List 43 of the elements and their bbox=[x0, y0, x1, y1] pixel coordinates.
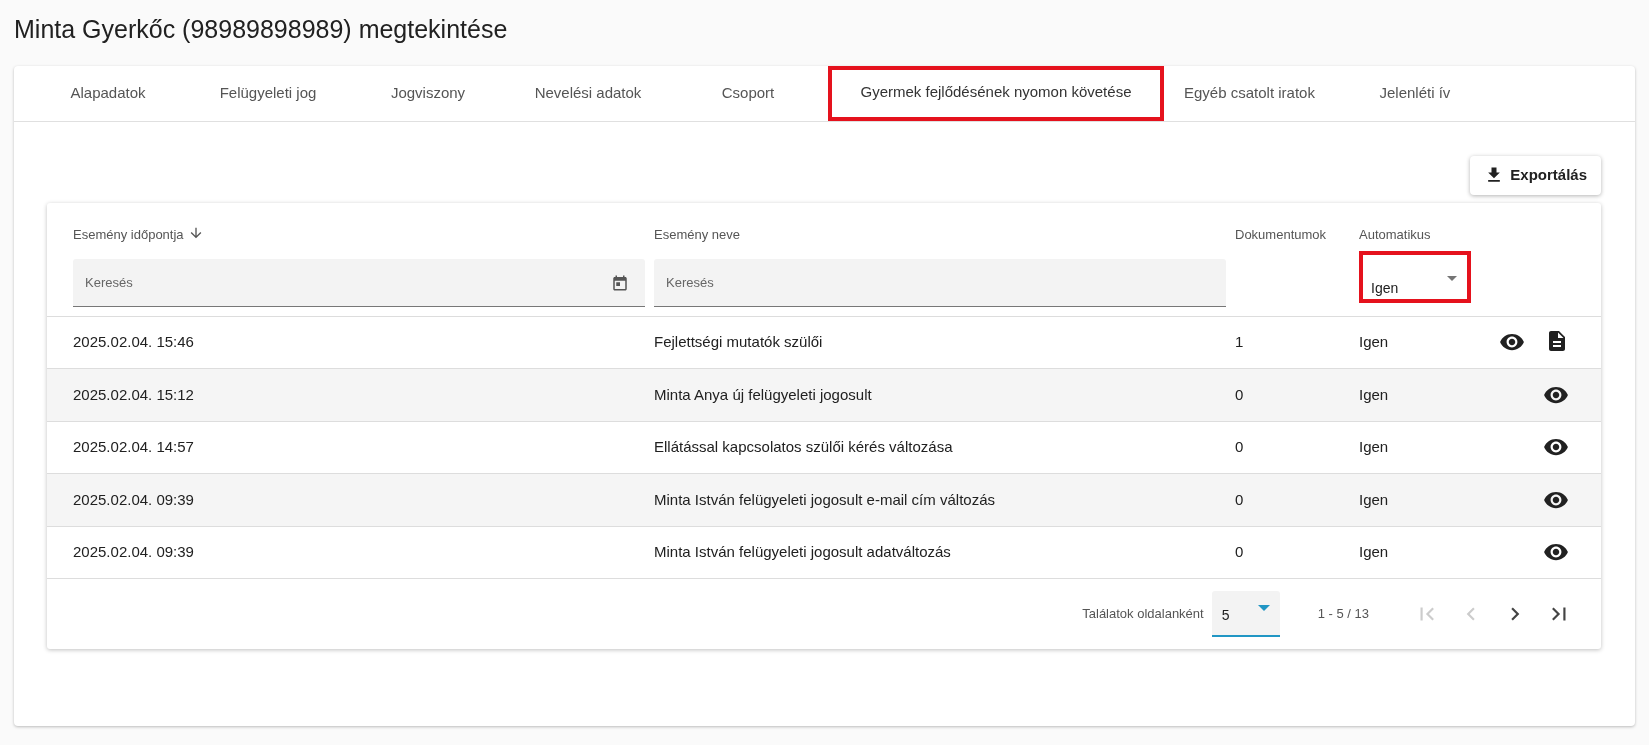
tab[interactable]: Nevelési adatok bbox=[508, 66, 668, 121]
page-range: 1 - 5 / 13 bbox=[1317, 605, 1369, 624]
search-field[interactable]: Keresés bbox=[654, 258, 1226, 307]
table-cell-text: 0 bbox=[1235, 542, 1244, 562]
tab[interactable]: Jogviszony bbox=[348, 66, 508, 121]
table-cell-text: Igen bbox=[1359, 542, 1389, 562]
table-cell-text: Igen bbox=[1359, 384, 1389, 405]
table-cell-text: Fejlettségi mutatók szülői bbox=[654, 332, 823, 352]
table-cell-text: 0 bbox=[1235, 489, 1244, 510]
table-cell-text: Minta István felügyeleti jogosult adatváltozás bbox=[654, 542, 951, 562]
table-cell-text: 2025.02.04. 09:39 bbox=[73, 542, 194, 562]
dropdown-caret-icon bbox=[1257, 605, 1270, 611]
tab[interactable]: Egyéb csatolt iratok bbox=[1164, 66, 1335, 121]
table-cell-text: Minta István felügyeleti jogosult e-mail cím változás bbox=[654, 489, 995, 510]
dropdown-caret-icon bbox=[1447, 275, 1457, 281]
tab[interactable]: Jelenléti ív bbox=[1334, 66, 1495, 121]
tab[interactable]: Alapadatok bbox=[28, 66, 188, 121]
select-field[interactable]: Igen bbox=[1359, 250, 1471, 303]
export-button[interactable]: Exportálás bbox=[1470, 156, 1601, 195]
table-cell-text: Igen bbox=[1359, 332, 1389, 352]
column-header[interactable]: Automatikus bbox=[1359, 224, 1431, 244]
column-header[interactable]: Esemény időpontja bbox=[73, 224, 184, 244]
table-cell-text: Minta Anya új felügyeleti jogosult bbox=[654, 384, 872, 405]
column-header[interactable]: Esemény neve bbox=[654, 224, 740, 244]
table-cell-text: 1 bbox=[1235, 332, 1244, 352]
table-cell-text: 0 bbox=[1235, 437, 1244, 457]
per-page-select[interactable]: 5 bbox=[1211, 591, 1280, 637]
table-cell-text: 2025.02.04. 15:12 bbox=[73, 384, 194, 405]
table-cell-text: 2025.02.04. 15:46 bbox=[73, 332, 194, 352]
table-cell-text: Igen bbox=[1359, 437, 1389, 457]
table-cell-text: Igen bbox=[1359, 489, 1389, 510]
table-cell-text: 0 bbox=[1235, 384, 1244, 405]
tab[interactable]: Csoport bbox=[668, 66, 828, 121]
table-cell-text: Ellátással kapcsolatos szülői kérés változása bbox=[654, 437, 953, 457]
tab[interactable]: Felügyeleti jog bbox=[188, 66, 348, 121]
calendar-icon bbox=[611, 273, 629, 292]
table-cell-text: 2025.02.04. 09:39 bbox=[73, 489, 194, 510]
column-header[interactable]: Dokumentumok bbox=[1235, 224, 1327, 244]
search-field[interactable]: Keresés bbox=[73, 258, 645, 307]
table-cell-text: 2025.02.04. 14:57 bbox=[73, 437, 194, 457]
per-page-label: Találatok oldalanként bbox=[1082, 605, 1204, 624]
tab[interactable]: Gyermek fejlődésének nyomon követése bbox=[828, 66, 1164, 121]
page-title: Minta Gyerkőc (98989898989) megtekintése bbox=[14, 14, 509, 45]
